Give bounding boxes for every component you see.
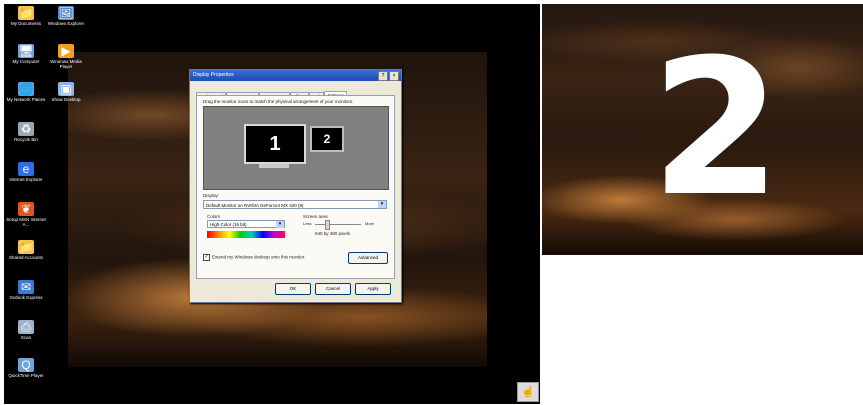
monitor-identifier-number: 2 bbox=[650, 19, 782, 238]
folder-icon: 📁 bbox=[18, 6, 34, 20]
explorer-icon: 🖼 bbox=[58, 6, 74, 20]
recycle-bin-icon: ♻ bbox=[18, 122, 34, 136]
hand-pointer-icon[interactable]: ☝ bbox=[517, 382, 539, 402]
colors-dropdown[interactable]: High Color (16 bit) ▾ bbox=[207, 220, 285, 228]
tab-strip: BackgroundScreen SaverAppearanceEffectsW… bbox=[196, 85, 347, 101]
desktop-icon-label: Outlook Express bbox=[9, 295, 43, 300]
desktop-icon[interactable]: 📁 Shared Accounts bbox=[6, 240, 46, 260]
monitor-2-thumbnail[interactable]: 2 bbox=[310, 126, 344, 152]
desktop-icon-label: QuickTime Player bbox=[8, 373, 44, 378]
desktop-icon-label: My Network Places bbox=[6, 97, 46, 102]
desktop-icon[interactable]: ✉ Outlook Express bbox=[6, 280, 46, 300]
colors-label: Colors bbox=[207, 214, 221, 219]
resolution-slider-thumb[interactable] bbox=[324, 220, 330, 230]
monitor-1-desktop: 📁 My Documents 🖼 Windows Explorer 🖥 My Comput… bbox=[4, 4, 540, 404]
desktop-icon[interactable]: 📁 My Documents bbox=[6, 6, 46, 26]
settings-panel: Drag the monitor icons to match the phys… bbox=[196, 95, 395, 279]
resolution-value: 640 by 480 pixels bbox=[315, 231, 351, 236]
desktop-icon-label: My Documents bbox=[10, 21, 41, 26]
advanced-button[interactable]: Advanced bbox=[348, 252, 388, 264]
scan-icon: ⎙ bbox=[18, 320, 34, 334]
desktop-icon-label: Internet Explorer bbox=[9, 177, 43, 182]
desktop-icon-label: Shared Accounts bbox=[8, 255, 44, 260]
desktop-icon-label: My Computer bbox=[12, 59, 40, 64]
desktop-icon[interactable]: ♻ Recycle Bin bbox=[6, 122, 46, 142]
desktop-icon-label: Windows Explorer bbox=[47, 21, 85, 26]
desktop-icon[interactable]: ▣ Show Desktop bbox=[46, 82, 86, 102]
resolution-more-label: More bbox=[365, 221, 375, 226]
monitor-2-desktop: 2 bbox=[542, 4, 863, 255]
desktop-icon[interactable]: ▶ Windows Media Player bbox=[46, 44, 86, 69]
media-player-icon: ▶ bbox=[58, 44, 74, 58]
screen-area-label: Screen area bbox=[303, 214, 328, 219]
network-icon: 🌐 bbox=[18, 82, 34, 96]
monitor-1-stand bbox=[259, 164, 289, 168]
dialog-titlebar[interactable]: Display Properties ? × bbox=[190, 70, 401, 81]
folder-icon: 📁 bbox=[18, 240, 34, 254]
desktop-icon-label: Show Desktop bbox=[51, 97, 81, 102]
quicktime-icon: Q bbox=[18, 358, 34, 372]
desktop-icon-label: Setup MSN Internet A... bbox=[6, 217, 46, 227]
computer-icon: 🖥 bbox=[18, 44, 34, 58]
display-dropdown-value: Default Monitor on NVIDIA GeForce4 MX 42… bbox=[206, 203, 304, 208]
desktop-icon[interactable]: e Internet Explorer bbox=[6, 162, 46, 182]
display-label: Display: bbox=[203, 193, 220, 198]
msn-icon: ❦ bbox=[18, 202, 34, 216]
colors-dropdown-value: High Color (16 bit) bbox=[210, 222, 247, 227]
desktop-icon-label: Recycle Bin bbox=[14, 137, 38, 142]
monitor-1-thumbnail[interactable]: 1 bbox=[244, 124, 306, 164]
resolution-slider-track[interactable] bbox=[315, 224, 361, 225]
display-dropdown[interactable]: Default Monitor on NVIDIA GeForce4 MX 42… bbox=[203, 200, 387, 209]
extend-desktop-checkbox[interactable]: ✓ bbox=[203, 254, 210, 261]
desktop-icon-label: Scan bbox=[20, 335, 32, 340]
desktop-icon[interactable]: 🌐 My Network Places bbox=[6, 82, 46, 102]
monitor-arrangement-area[interactable]: 1 2 bbox=[203, 106, 389, 190]
cancel-button[interactable]: Cancel bbox=[315, 283, 351, 295]
desktop-icon[interactable]: Q QuickTime Player bbox=[6, 358, 46, 378]
resolution-less-label: Less bbox=[303, 221, 312, 226]
color-spectrum-bar bbox=[207, 231, 285, 238]
instruction-text: Drag the monitor icons to match the phys… bbox=[203, 99, 354, 104]
show-desktop-icon: ▣ bbox=[58, 82, 74, 96]
internet-explorer-icon: e bbox=[18, 162, 34, 176]
desktop-icon-label: Windows Media Player bbox=[50, 59, 82, 69]
ok-button[interactable]: OK bbox=[275, 283, 311, 295]
display-properties-dialog: Display Properties ?× BackgroundScreen S… bbox=[189, 69, 402, 303]
dialog-title: Display Properties bbox=[193, 72, 234, 78]
extend-desktop-label: Extend my Windows desktop onto this moni… bbox=[212, 254, 306, 260]
close-button[interactable]: × bbox=[389, 71, 399, 81]
desktop-icon[interactable]: ⎙ Scan bbox=[6, 320, 46, 340]
desktop-icon[interactable]: 🖥 My Computer bbox=[6, 44, 46, 64]
chevron-down-icon[interactable]: ▾ bbox=[378, 201, 386, 208]
desktop-icon[interactable]: ❦ Setup MSN Internet A... bbox=[6, 202, 46, 227]
chevron-down-icon[interactable]: ▾ bbox=[276, 221, 284, 228]
help-button[interactable]: ? bbox=[378, 71, 388, 81]
apply-button[interactable]: Apply bbox=[355, 283, 391, 295]
desktop-icon[interactable]: 🖼 Windows Explorer bbox=[46, 6, 86, 26]
outlook-express-icon: ✉ bbox=[18, 280, 34, 294]
extend-desktop-row[interactable]: ✓ Extend my Windows desktop onto this mon… bbox=[203, 254, 305, 261]
